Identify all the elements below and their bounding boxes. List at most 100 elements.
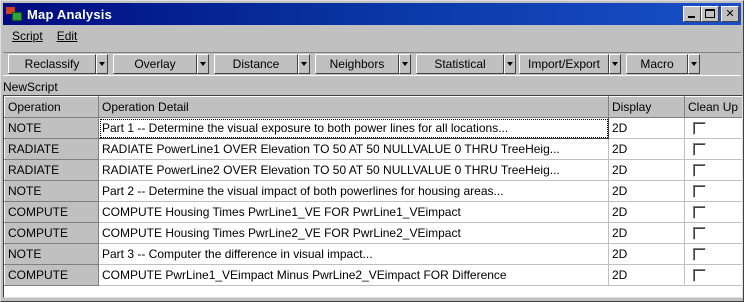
clean-up-checkbox[interactable] (693, 164, 706, 178)
chevron-down-icon (691, 62, 697, 66)
clean-up-cell (684, 201, 742, 223)
clean-up-cell (684, 180, 742, 202)
window-title: Map Analysis (27, 6, 113, 22)
chevron-down-icon (200, 62, 206, 66)
operations-toolbar: Reclassify Overlay Distance Neighbors St… (3, 52, 741, 76)
neighbors-button[interactable]: Neighbors (315, 54, 399, 74)
toolbar-group-statistical: Statistical (416, 54, 516, 74)
clean-up-cell (684, 159, 742, 181)
table-row[interactable]: COMPUTE COMPUTE PwrLine1_VEimpact Minus … (4, 264, 742, 286)
clean-up-cell (684, 264, 742, 286)
toolbar-group-distance: Distance (214, 54, 310, 74)
operation-detail-cell[interactable]: Part 3 -- Computer the difference in vis… (98, 243, 609, 265)
overlay-button[interactable]: Overlay (113, 54, 197, 74)
map-analysis-app-icon[interactable] (6, 7, 22, 21)
table-row[interactable]: NOTE Part 2 -- Determine the visual impa… (4, 180, 742, 202)
chevron-down-icon (507, 62, 513, 66)
menu-script[interactable]: Script (3, 29, 48, 43)
operation-cell[interactable]: NOTE (4, 117, 99, 139)
distance-button[interactable]: Distance (214, 54, 298, 74)
display-cell[interactable]: 2D (608, 264, 685, 286)
clean-up-cell (684, 117, 742, 139)
overlay-dropdown[interactable] (197, 54, 209, 74)
menu-script-label: Script (12, 29, 43, 43)
operation-detail-cell[interactable]: COMPUTE Housing Times PwrLine1_VE FOR Pw… (98, 201, 609, 223)
import-export-dropdown[interactable] (609, 54, 621, 74)
toolbar-group-import-export: Import/Export (519, 54, 621, 74)
clean-up-checkbox[interactable] (693, 143, 706, 157)
statistical-dropdown[interactable] (504, 54, 516, 74)
clean-up-cell (684, 243, 742, 265)
display-cell[interactable]: 2D (608, 138, 685, 160)
macro-dropdown[interactable] (688, 54, 700, 74)
column-header-operation-detail[interactable]: Operation Detail (98, 96, 609, 118)
display-cell[interactable]: 2D (608, 117, 685, 139)
menu-bar: Script Edit (3, 27, 82, 45)
clean-up-cell (684, 222, 742, 244)
statistical-button[interactable]: Statistical (416, 54, 504, 74)
clean-up-checkbox[interactable] (693, 269, 706, 283)
table-row[interactable]: COMPUTE COMPUTE Housing Times PwrLine1_V… (4, 201, 742, 223)
menu-edit-label: Edit (56, 29, 78, 43)
table-row[interactable]: NOTE Part 1 -- Determine the visual expo… (4, 117, 742, 139)
minimize-icon (688, 16, 695, 18)
display-cell[interactable]: 2D (608, 222, 685, 244)
chevron-down-icon (99, 62, 105, 66)
operation-cell[interactable]: COMPUTE (4, 201, 99, 223)
script-name-label: NewScript (3, 80, 58, 94)
operation-detail-cell[interactable]: COMPUTE PwrLine1_VEimpact Minus PwrLine2… (98, 264, 609, 286)
operation-cell[interactable]: NOTE (4, 180, 99, 202)
operation-cell[interactable]: RADIATE (4, 138, 99, 160)
toolbar-group-macro: Macro (626, 54, 700, 74)
table-row[interactable]: RADIATE RADIATE PowerLine1 OVER Elevatio… (4, 138, 742, 160)
close-button[interactable]: ✕ (721, 6, 739, 22)
chevron-down-icon (612, 62, 618, 66)
operation-cell[interactable]: NOTE (4, 243, 99, 265)
table-header-row: Operation Operation Detail Display Clean… (4, 96, 742, 118)
macro-button[interactable]: Macro (626, 54, 688, 74)
menu-edit[interactable]: Edit (48, 29, 83, 43)
map-analysis-window: Map Analysis ✕ Script Edit Reclassify Ov… (0, 0, 744, 302)
display-cell[interactable]: 2D (608, 243, 685, 265)
operation-detail-cell[interactable]: RADIATE PowerLine1 OVER Elevation TO 50 … (98, 138, 609, 160)
distance-dropdown[interactable] (298, 54, 310, 74)
chevron-down-icon (301, 62, 307, 66)
column-header-display[interactable]: Display (608, 96, 685, 118)
script-grid: Operation Operation Detail Display Clean… (3, 95, 743, 298)
close-icon: ✕ (725, 7, 735, 20)
table-row[interactable]: COMPUTE COMPUTE Housing Times PwrLine2_V… (4, 222, 742, 244)
reclassify-button[interactable]: Reclassify (8, 54, 96, 74)
table-row[interactable]: RADIATE RADIATE PowerLine2 OVER Elevatio… (4, 159, 742, 181)
operation-detail-cell[interactable]: Part 1 -- Determine the visual exposure … (98, 117, 609, 139)
display-cell[interactable]: 2D (608, 159, 685, 181)
operation-detail-cell[interactable]: COMPUTE Housing Times PwrLine2_VE FOR Pw… (98, 222, 609, 244)
chevron-down-icon (402, 62, 408, 66)
operation-detail-cell[interactable]: RADIATE PowerLine2 OVER Elevation TO 50 … (98, 159, 609, 181)
clean-up-checkbox[interactable] (693, 227, 706, 241)
operations-table: Operation Operation Detail Display Clean… (4, 96, 742, 286)
clean-up-cell (684, 138, 742, 160)
clean-up-checkbox[interactable] (693, 206, 706, 220)
title-bar[interactable]: Map Analysis ✕ (3, 3, 741, 25)
minimize-button[interactable] (683, 6, 701, 22)
reclassify-dropdown[interactable] (96, 54, 108, 74)
maximize-icon (705, 9, 715, 18)
column-header-operation[interactable]: Operation (4, 96, 99, 118)
clean-up-checkbox[interactable] (693, 185, 706, 199)
operation-cell[interactable]: COMPUTE (4, 222, 99, 244)
neighbors-dropdown[interactable] (399, 54, 411, 74)
operation-cell[interactable]: COMPUTE (4, 264, 99, 286)
import-export-button[interactable]: Import/Export (519, 54, 609, 74)
table-row[interactable]: NOTE Part 3 -- Computer the difference i… (4, 243, 742, 265)
toolbar-group-neighbors: Neighbors (315, 54, 411, 74)
maximize-button[interactable] (701, 6, 719, 22)
operation-cell[interactable]: RADIATE (4, 159, 99, 181)
toolbar-group-overlay: Overlay (113, 54, 209, 74)
clean-up-checkbox[interactable] (693, 248, 706, 262)
column-header-clean-up[interactable]: Clean Up (684, 96, 742, 118)
display-cell[interactable]: 2D (608, 180, 685, 202)
clean-up-checkbox[interactable] (693, 122, 706, 136)
display-cell[interactable]: 2D (608, 201, 685, 223)
operation-detail-cell[interactable]: Part 2 -- Determine the visual impact of… (98, 180, 609, 202)
toolbar-group-reclassify: Reclassify (8, 54, 108, 74)
